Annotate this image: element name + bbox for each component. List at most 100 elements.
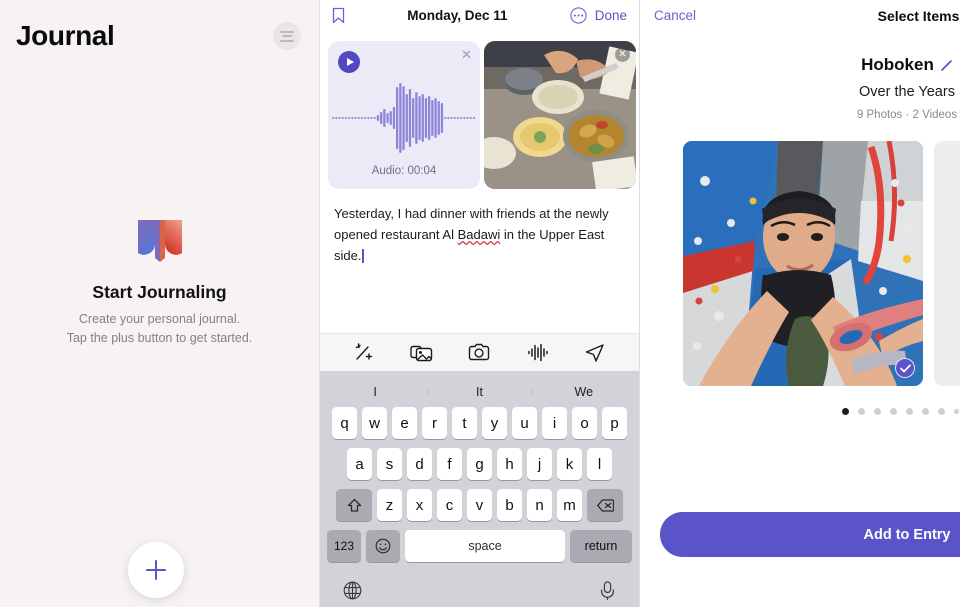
shift-key[interactable] xyxy=(336,489,372,521)
journal-list-panel: Journal Start Journaling Create your per… xyxy=(0,0,320,607)
pencil-icon[interactable] xyxy=(940,59,953,72)
keyboard-row-3: zxcvbnm xyxy=(323,489,636,521)
page-dot[interactable] xyxy=(873,408,881,415)
key-p[interactable]: p xyxy=(602,407,627,439)
page-dot[interactable] xyxy=(905,408,913,415)
empty-state-subtitle-line1: Create your personal journal. xyxy=(78,312,241,326)
ellipsis-circle-icon[interactable] xyxy=(570,7,587,24)
page-dot[interactable] xyxy=(857,408,865,415)
key-s[interactable]: s xyxy=(377,448,402,480)
key-k[interactable]: k xyxy=(557,448,582,480)
key-a[interactable]: a xyxy=(347,448,372,480)
empty-state-title: Start Journaling xyxy=(92,282,227,302)
empty-state: Start Journaling Create your personal jo… xyxy=(0,218,319,349)
key-y[interactable]: y xyxy=(482,407,507,439)
empty-state-subtitle-line2: Tap the plus button to get started. xyxy=(66,331,253,346)
audio-waveform-icon[interactable] xyxy=(527,343,549,362)
add-entry-fab[interactable] xyxy=(128,542,184,598)
key-u[interactable]: u xyxy=(512,407,537,439)
journal-app-logo xyxy=(133,218,187,264)
photo-attachment[interactable]: ✕ xyxy=(484,41,636,189)
key-f[interactable]: f xyxy=(437,448,462,480)
photo-picker-panel: Cancel Select Items Hoboken Over the Yea… xyxy=(640,0,960,607)
album-item-count: 9 Photos · 2 Videos xyxy=(856,109,958,121)
space-key[interactable]: space xyxy=(405,530,565,562)
keyboard-row-1: qwertyuiop xyxy=(323,407,636,439)
key-l[interactable]: l xyxy=(587,448,612,480)
plus-icon xyxy=(146,560,166,580)
app-screen: Journal Start Journaling Create your per… xyxy=(0,0,960,607)
keyboard-suggestions: I It We xyxy=(323,376,636,407)
key-m[interactable]: m xyxy=(557,489,582,521)
audio-attachment[interactable]: ✕ Audio: 00:04 xyxy=(328,41,480,189)
key-q[interactable]: q xyxy=(332,407,357,439)
microphone-icon[interactable] xyxy=(599,580,616,600)
entry-toolbar xyxy=(320,333,639,371)
bookmark-icon[interactable] xyxy=(332,7,345,24)
attachments-row: ✕ Audio: 00:04 ✕ xyxy=(328,41,636,189)
camera-icon[interactable] xyxy=(468,343,491,362)
key-b[interactable]: b xyxy=(497,489,522,521)
key-o[interactable]: o xyxy=(572,407,597,439)
location-arrow-icon[interactable] xyxy=(584,343,605,363)
entry-body-text[interactable]: Yesterday, I had dinner with friends at … xyxy=(328,203,631,266)
filter-line xyxy=(280,39,294,42)
close-icon[interactable]: ✕ xyxy=(461,48,472,61)
key-j[interactable]: j xyxy=(527,448,552,480)
photo-carousel[interactable] xyxy=(640,141,960,386)
suggestion-item[interactable]: We xyxy=(531,385,636,399)
entry-card: ✕ Audio: 00:04 ✕ Yesterday, I had dinner… xyxy=(320,31,639,333)
audio-waveform xyxy=(328,79,480,157)
add-to-entry-button[interactable]: Add to Entry xyxy=(660,512,960,557)
suggestion-item[interactable]: I xyxy=(323,385,427,399)
emoji-icon[interactable] xyxy=(366,530,400,562)
filter-icon[interactable] xyxy=(273,22,301,50)
done-button[interactable]: Done xyxy=(595,8,627,23)
key-t[interactable]: t xyxy=(452,407,477,439)
entry-editor-panel: Monday, Dec 11 Done ✕ Audio: 00:04 ✕ Yes… xyxy=(320,0,640,607)
text-cursor xyxy=(362,249,365,264)
keyboard-bottom-row xyxy=(323,571,636,607)
key-d[interactable]: d xyxy=(407,448,432,480)
numbers-key[interactable]: 123 xyxy=(327,530,361,562)
filter-line xyxy=(280,30,294,33)
magic-wand-icon[interactable] xyxy=(354,342,375,363)
misspelled-word: Badawi xyxy=(457,227,501,243)
page-dot[interactable] xyxy=(937,408,945,415)
key-c[interactable]: c xyxy=(437,489,462,521)
key-w[interactable]: w xyxy=(362,407,387,439)
cancel-button[interactable]: Cancel xyxy=(654,8,696,23)
photo-tile-next[interactable] xyxy=(934,141,960,386)
key-n[interactable]: n xyxy=(527,489,552,521)
page-dot[interactable] xyxy=(921,408,929,415)
entry-date-title: Monday, Dec 11 xyxy=(407,8,508,23)
key-x[interactable]: x xyxy=(407,489,432,521)
page-dot[interactable] xyxy=(889,408,897,415)
key-v[interactable]: v xyxy=(467,489,492,521)
carousel-page-dots[interactable] xyxy=(640,408,960,415)
key-z[interactable]: z xyxy=(377,489,402,521)
page-dot[interactable] xyxy=(841,408,849,415)
entry-nav-bar: Monday, Dec 11 Done xyxy=(320,0,639,31)
photos-icon[interactable] xyxy=(410,343,433,363)
keyboard-row-4: 123 space return xyxy=(323,530,636,562)
album-title-row: Hoboken xyxy=(861,55,953,75)
play-icon[interactable] xyxy=(338,51,360,73)
key-e[interactable]: e xyxy=(392,407,417,439)
globe-icon[interactable] xyxy=(343,581,362,600)
backspace-key[interactable] xyxy=(587,489,623,521)
key-i[interactable]: i xyxy=(542,407,567,439)
album-header: Hoboken Over the Years 9 Photos · 2 Vide… xyxy=(640,55,960,121)
page-dot[interactable] xyxy=(953,408,960,415)
key-g[interactable]: g xyxy=(467,448,492,480)
close-icon[interactable]: ✕ xyxy=(615,47,630,62)
keyboard-row-2: asdfghjkl xyxy=(323,448,636,480)
selection-check-badge[interactable] xyxy=(895,358,915,378)
return-key[interactable]: return xyxy=(570,530,632,562)
journal-header: Journal xyxy=(0,0,319,52)
key-r[interactable]: r xyxy=(422,407,447,439)
photo-tile-selected[interactable] xyxy=(683,141,923,386)
suggestion-item[interactable]: It xyxy=(427,385,531,399)
key-h[interactable]: h xyxy=(497,448,522,480)
audio-duration-label: Audio: 00:04 xyxy=(371,165,437,177)
